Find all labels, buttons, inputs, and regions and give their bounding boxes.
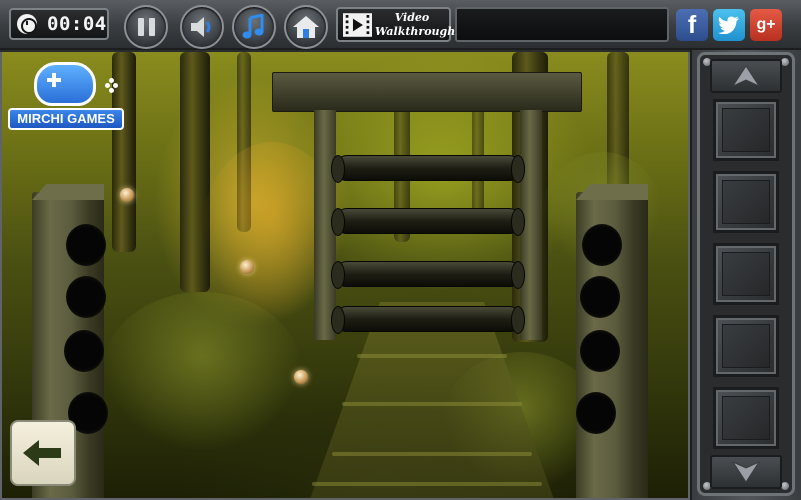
gate-top-beam	[272, 72, 582, 112]
speaker-icon	[191, 17, 211, 37]
path-step	[342, 402, 522, 406]
video-label-line1: Video	[394, 10, 430, 24]
gamepad-icon	[34, 62, 118, 106]
glowing-orb[interactable]	[240, 260, 254, 274]
timer-text: 00:04	[47, 13, 107, 35]
post-hole[interactable]	[66, 224, 106, 266]
logo-text: MIRCHI GAMES	[8, 108, 124, 130]
video-label-line2: Walkthrough	[375, 24, 456, 38]
path-step	[312, 482, 542, 486]
game-scene: MIRCHI GAMES	[0, 52, 690, 500]
video-walkthrough-label: Video Walkthrough	[375, 10, 456, 39]
inventory-scroll-down-button[interactable]	[710, 455, 782, 489]
post-hole[interactable]	[582, 224, 622, 266]
inventory-slot[interactable]	[713, 387, 779, 449]
left-arrow-icon	[23, 440, 61, 466]
mirchi-games-logo: MIRCHI GAMES	[8, 60, 124, 132]
googleplus-icon: g+	[756, 16, 776, 33]
post-hole[interactable]	[66, 276, 106, 318]
twitter-icon	[718, 16, 739, 34]
inventory-panel	[690, 50, 801, 500]
music-note-icon	[242, 14, 264, 39]
path-step	[357, 354, 507, 358]
sound-button[interactable]	[180, 5, 224, 49]
inventory-slot[interactable]	[713, 243, 779, 305]
gate-bar[interactable]	[331, 208, 525, 236]
film-icon	[343, 12, 372, 37]
top-bar: 00:04 Video Walkthrough f g+	[0, 0, 801, 50]
gate-bar[interactable]	[331, 306, 525, 334]
gate-bar[interactable]	[331, 155, 525, 183]
post-hole[interactable]	[576, 392, 616, 434]
timer: 00:04	[9, 8, 109, 40]
post-hole[interactable]	[580, 276, 620, 318]
music-button[interactable]	[232, 5, 276, 49]
down-arrow-icon	[732, 461, 760, 483]
inventory-slot[interactable]	[713, 171, 779, 233]
post-hole[interactable]	[580, 330, 620, 372]
home-button[interactable]	[284, 5, 328, 49]
glowing-orb[interactable]	[120, 188, 134, 202]
inventory-frame	[697, 52, 795, 496]
gate-bar[interactable]	[331, 261, 525, 289]
clock-icon	[17, 14, 37, 34]
home-icon	[293, 16, 319, 38]
right-post	[576, 192, 648, 498]
inventory-scroll-up-button[interactable]	[710, 59, 782, 93]
googleplus-button[interactable]: g+	[750, 9, 782, 41]
pause-icon	[137, 18, 155, 36]
path-step	[332, 452, 532, 456]
back-button[interactable]	[10, 420, 76, 486]
post-hole[interactable]	[64, 330, 104, 372]
video-walkthrough-button[interactable]: Video Walkthrough	[336, 7, 456, 42]
message-panel	[455, 7, 669, 42]
up-arrow-icon	[732, 65, 760, 87]
twitter-button[interactable]	[713, 9, 745, 41]
facebook-icon: f	[687, 10, 697, 39]
pause-button[interactable]	[124, 5, 168, 49]
glowing-orb[interactable]	[294, 370, 308, 384]
inventory-slot[interactable]	[713, 315, 779, 377]
inventory-slot[interactable]	[713, 99, 779, 161]
facebook-button[interactable]: f	[676, 9, 708, 41]
